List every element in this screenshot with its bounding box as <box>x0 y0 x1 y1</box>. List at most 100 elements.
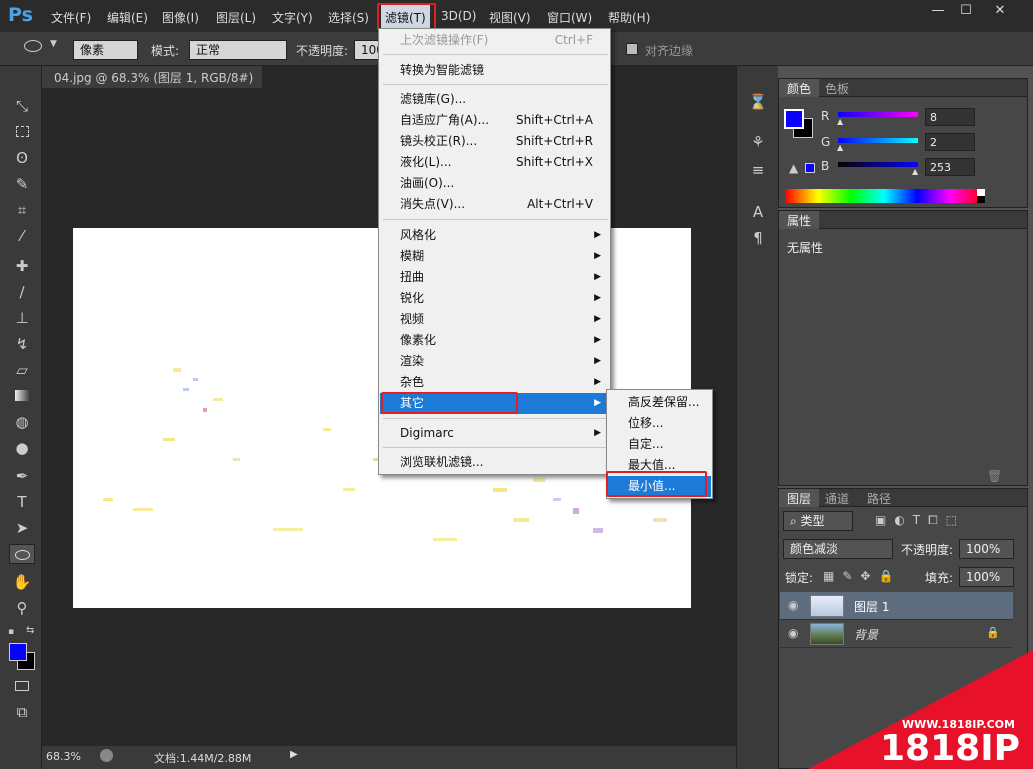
minimize-button[interactable]: — <box>925 2 951 20</box>
r-slider-handle-icon[interactable]: ▲ <box>837 117 843 126</box>
unit-select[interactable]: 像素 <box>73 40 138 60</box>
menu-item-render[interactable]: 渲染 ▶ <box>380 351 609 372</box>
b-input[interactable]: 253 <box>925 158 975 176</box>
lock-icons[interactable]: ▦✎✥🔒 <box>823 569 901 583</box>
type-tool-icon[interactable]: T <box>12 492 32 512</box>
g-slider-handle-icon[interactable]: ▲ <box>837 143 843 152</box>
marquee-tool-icon[interactable] <box>12 122 32 142</box>
menu-file[interactable]: 文件(F) <box>51 9 91 26</box>
menu-item-noise[interactable]: 杂色 ▶ <box>380 372 609 393</box>
menu-item-video[interactable]: 视频 ▶ <box>380 309 609 330</box>
doc-info-icon[interactable] <box>100 749 113 762</box>
character-panel-icon[interactable]: A <box>748 202 768 222</box>
move-tool-icon[interactable]: ⤡ <box>12 96 32 116</box>
restore-button[interactable]: ☐ <box>953 2 979 20</box>
adjustments-panel-icon[interactable]: ≡ <box>748 160 768 180</box>
brush-tool-icon[interactable]: ∕ <box>12 282 32 302</box>
web-color-swatch[interactable] <box>805 163 815 173</box>
eraser-tool-icon[interactable]: ▱ <box>12 360 32 380</box>
menu-item-browse-filters-online[interactable]: 浏览联机滤镜... <box>380 452 609 473</box>
document-tab[interactable]: 04.jpg @ 68.3% (图层 1, RGB/8#) * × <box>42 66 262 100</box>
visibility-eye-icon[interactable]: ◉ <box>788 598 798 612</box>
ellipse-tool-icon[interactable] <box>9 544 35 564</box>
screen-mode-icon[interactable]: ⧉ <box>12 702 32 722</box>
menu-item-filter-gallery[interactable]: 滤镜库(G)... <box>380 89 609 110</box>
menu-item-last-filter[interactable]: 上次滤镜操作(F) Ctrl+F <box>380 30 609 51</box>
visibility-eye-icon[interactable]: ◉ <box>788 626 798 640</box>
menu-item-vanishing-point[interactable]: 消失点(V)... Alt+Ctrl+V <box>380 194 609 215</box>
lasso-tool-icon[interactable]: ʘ <box>12 148 32 168</box>
layer-opacity-input[interactable]: 100% <box>959 539 1014 559</box>
color-spectrum-bar[interactable] <box>785 189 983 203</box>
hand-tool-icon[interactable]: ✋ <box>12 572 32 592</box>
zoom-tool-icon[interactable]: ⚲ <box>12 598 32 618</box>
foreground-color-swatch[interactable] <box>9 643 27 661</box>
submenu-item-high-pass[interactable]: 高反差保留... <box>608 392 711 413</box>
pen-tool-icon[interactable]: ✒ <box>12 466 32 486</box>
menu-item-liquify[interactable]: 液化(L)... Shift+Ctrl+X <box>380 152 609 173</box>
submenu-item-offset[interactable]: 位移... <box>608 413 711 434</box>
trash-icon[interactable]: 🗑 <box>987 469 1002 483</box>
menu-window[interactable]: 窗口(W) <box>547 9 592 26</box>
status-menu-arrow-icon[interactable]: ▶ <box>290 749 298 760</box>
menu-item-adaptive-wide-angle[interactable]: 自适应广角(A)... Shift+Ctrl+A <box>380 110 609 131</box>
menu-view[interactable]: 视图(V) <box>489 9 531 26</box>
menu-image[interactable]: 图像(I) <box>162 9 199 26</box>
tab-color[interactable]: 颜色 <box>779 79 820 97</box>
close-window-button[interactable]: ✕ <box>985 2 1015 20</box>
gamut-warning-icon[interactable]: ▲ <box>789 161 798 175</box>
menu-item-stylize[interactable]: 风格化 ▶ <box>380 225 609 246</box>
submenu-item-custom[interactable]: 自定... <box>608 434 711 455</box>
brush-presets-icon[interactable]: ⚘ <box>748 132 768 152</box>
gradient-tool-icon[interactable] <box>12 386 32 406</box>
black-white-ramp[interactable] <box>977 189 985 203</box>
tab-properties[interactable]: 属性 <box>779 211 820 229</box>
g-slider[interactable] <box>838 138 918 143</box>
clone-stamp-tool-icon[interactable]: ⊥ <box>12 308 32 328</box>
blend-mode-select[interactable]: 颜色减淡 <box>783 539 893 559</box>
mode-select[interactable]: 正常 <box>189 40 287 60</box>
menu-item-digimarc[interactable]: Digimarc ▶ <box>380 423 609 444</box>
quick-mask-icon[interactable] <box>12 676 32 696</box>
paragraph-panel-icon[interactable]: ¶ <box>748 228 768 248</box>
menu-item-sharpen[interactable]: 锐化 ▶ <box>380 288 609 309</box>
layer-row-background[interactable]: ◉ 背景 🔒 <box>780 620 1013 648</box>
swap-colors-icon[interactable]: ⇆ <box>26 625 34 636</box>
menu-filter[interactable]: 滤镜(T) <box>381 4 430 28</box>
default-colors-icon[interactable]: ▪ <box>8 627 14 637</box>
menu-item-lens-correction[interactable]: 镜头校正(R)... Shift+Ctrl+R <box>380 131 609 152</box>
zoom-level[interactable]: 68.3% <box>46 750 81 763</box>
crop-tool-icon[interactable]: ⌗ <box>12 200 32 220</box>
chevron-down-icon[interactable]: ▼ <box>50 39 57 49</box>
layer-name[interactable]: 背景 <box>854 626 878 643</box>
r-input[interactable]: 8 <box>925 108 975 126</box>
b-slider[interactable] <box>838 162 918 167</box>
menu-item-distort[interactable]: 扭曲 ▶ <box>380 267 609 288</box>
tab-paths[interactable]: 路径 <box>859 489 899 507</box>
menu-help[interactable]: 帮助(H) <box>608 9 650 26</box>
menu-item-other[interactable]: 其它 ▶ <box>380 393 609 414</box>
fill-input[interactable]: 100% <box>959 567 1014 587</box>
menu-item-pixelate[interactable]: 像素化 ▶ <box>380 330 609 351</box>
path-selection-tool-icon[interactable]: ➤ <box>12 518 32 538</box>
r-slider[interactable] <box>838 112 918 117</box>
menu-3d[interactable]: 3D(D) <box>441 9 476 23</box>
menu-edit[interactable]: 编辑(E) <box>107 9 148 26</box>
submenu-item-maximum[interactable]: 最大值... <box>608 455 711 476</box>
menu-layer[interactable]: 图层(L) <box>216 9 256 26</box>
tab-layers[interactable]: 图层 <box>779 489 820 507</box>
healing-brush-tool-icon[interactable]: ✚ <box>12 256 32 276</box>
submenu-item-minimum[interactable]: 最小值... <box>608 476 711 497</box>
tab-swatches[interactable]: 色板 <box>817 79 857 97</box>
eyedropper-tool-icon[interactable]: ⁄ <box>12 226 32 246</box>
menu-type[interactable]: 文字(Y) <box>272 9 313 26</box>
dodge-tool-icon[interactable]: ● <box>12 438 32 458</box>
b-slider-handle-icon[interactable]: ▲ <box>912 167 918 176</box>
quick-select-tool-icon[interactable]: ✎ <box>12 174 32 194</box>
layer-filter-select[interactable]: ⌕ 类型 <box>783 511 853 531</box>
layer-name[interactable]: 图层 1 <box>854 598 889 615</box>
menu-item-oil-paint[interactable]: 油画(O)... <box>380 173 609 194</box>
layer-row-layer1[interactable]: ◉ 图层 1 <box>780 592 1013 620</box>
ellipse-tool-preset-icon[interactable] <box>24 40 42 52</box>
layer-filter-icons[interactable]: ▣◐T⧠⬚ <box>875 513 965 528</box>
